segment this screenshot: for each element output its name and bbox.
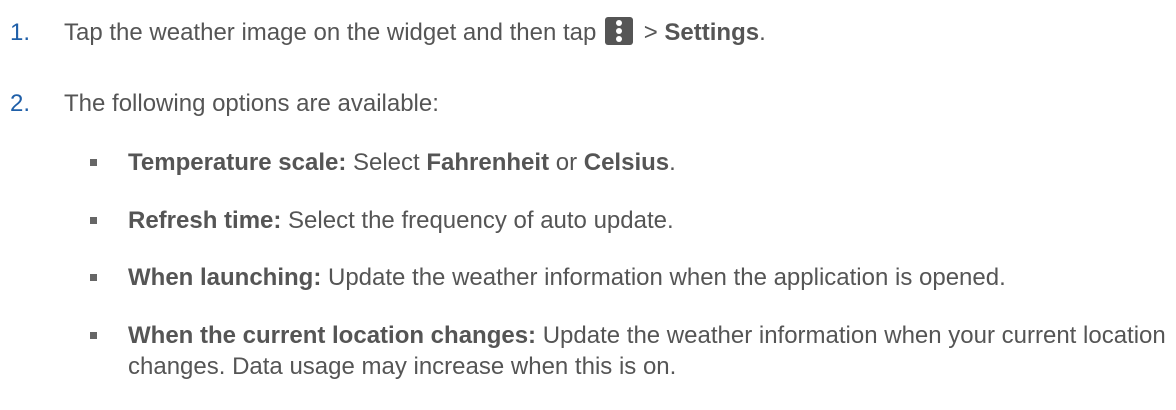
step-end: . <box>759 19 766 46</box>
bullet-marker <box>90 159 97 166</box>
step-text: Tap the weather image on the widget and … <box>64 19 597 46</box>
more-vert-icon <box>605 17 634 45</box>
fahrenheit-label: Fahrenheit <box>426 149 550 176</box>
option-text: Select <box>346 149 427 176</box>
step-text: The following options are available: <box>64 90 439 117</box>
bullet-marker <box>90 332 97 339</box>
step-2: 2. The following options are available: <box>10 89 439 119</box>
step-separator: > <box>637 19 665 46</box>
option-refresh-time: Refresh time: Select the frequency of au… <box>90 205 1170 236</box>
option-label: Temperature scale: <box>128 149 347 176</box>
step-number: 1. <box>10 19 31 46</box>
step-number: 2. <box>10 90 31 117</box>
option-when-launching: When launching: Update the weather infor… <box>90 262 1170 293</box>
step-1: 1. Tap the weather image on the widget an… <box>10 17 766 48</box>
option-location-changes: When the current location changes: Updat… <box>90 320 1170 382</box>
bullet-marker <box>90 217 97 224</box>
option-text: Update the weather information when the … <box>321 264 1006 291</box>
option-label: Refresh time: <box>128 207 282 234</box>
settings-label: Settings <box>664 19 760 46</box>
option-temperature-scale: Temperature scale: Select Fahrenheit or … <box>90 147 1170 178</box>
option-text: . <box>669 149 676 176</box>
celsius-label: Celsius <box>583 149 670 176</box>
option-label: When launching: <box>128 264 322 291</box>
option-label: When the current location changes: <box>128 322 537 349</box>
option-text: or <box>549 149 584 176</box>
option-text: Select the frequency of auto update. <box>281 207 674 234</box>
bullet-marker <box>90 274 97 281</box>
